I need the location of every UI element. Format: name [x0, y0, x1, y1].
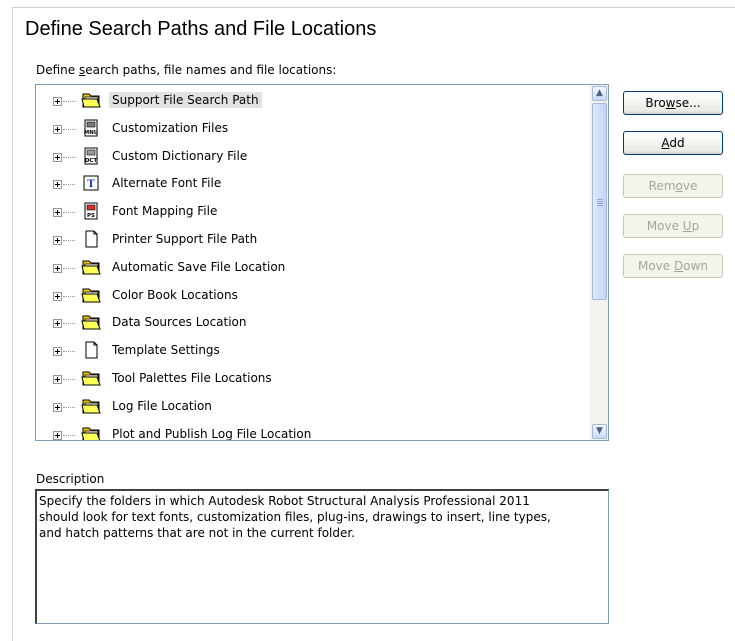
dct-file-icon: DCT: [81, 147, 101, 165]
expand-plus-icon[interactable]: [53, 236, 62, 245]
expand-plus-icon[interactable]: [53, 347, 62, 357]
expand-plus-icon[interactable]: [53, 263, 62, 273]
tree-item-label: Customization Files: [112, 120, 229, 135]
tree-connector: [63, 406, 75, 408]
grip-icon: [597, 199, 603, 207]
tree-connector: [63, 240, 75, 241]
tree-item-label: Font Mapping File: [112, 204, 218, 219]
tree-item-label: Log File Location: [112, 398, 212, 413]
description-line: and hatch patterns that are not in the c…: [39, 526, 356, 540]
file-locations-tree[interactable]: Support File Search Path MNU Customization…: [35, 84, 609, 441]
tree-connector: [63, 351, 75, 353]
tree-item[interactable]: DCT Custom Dictionary File: [36, 143, 590, 169]
tree-item-label: Template Settings: [112, 343, 220, 358]
folder-icon: [81, 91, 101, 109]
tree-item-label: Plot and Publish Log File Location: [112, 426, 312, 440]
expand-plus-icon[interactable]: [53, 152, 62, 162]
tree-item[interactable]: Tool Palettes File Locations: [36, 365, 590, 391]
tree-item-label: Color Book Locations: [112, 287, 238, 302]
svg-text:DCT: DCT: [85, 158, 98, 164]
tree-item[interactable]: MNU Customization Files: [36, 115, 590, 141]
tree-connector: [63, 184, 75, 186]
frame-left-border: [12, 7, 13, 641]
tree-item-label: Support File Search Path: [109, 92, 262, 108]
svg-text:PS: PS: [87, 213, 95, 219]
folder-icon: [81, 397, 101, 415]
frame-top-border: [12, 7, 735, 8]
description-box: Specify the folders in which Autodesk Ro…: [35, 489, 609, 624]
expand-plus-icon[interactable]: [53, 402, 62, 412]
tree-item[interactable]: Template Settings: [36, 337, 590, 363]
browse-button[interactable]: Browse...: [623, 91, 723, 115]
tree-item[interactable]: Log File Location: [36, 393, 590, 419]
scroll-thumb[interactable]: [592, 103, 607, 300]
tree-item[interactable]: Printer Support File Path: [36, 226, 590, 252]
tree-caption: Define search paths, file names and file…: [36, 63, 337, 77]
document-icon: [81, 230, 101, 248]
tree-item-label: Data Sources Location: [112, 315, 247, 330]
tree-item[interactable]: Support File Search Path: [36, 87, 590, 113]
chevron-down-icon: ▼: [596, 426, 603, 436]
tree-item-label: Printer Support File Path: [112, 232, 258, 246]
tree-item[interactable]: T Alternate Font File: [36, 170, 590, 196]
tree-item-label: Tool Palettes File Locations: [112, 371, 272, 385]
folder-icon: [81, 425, 101, 440]
tree-item-label: Automatic Save File Location: [112, 259, 286, 274]
tree-connector: [63, 323, 75, 325]
tree-connector: [63, 379, 75, 380]
svg-text:MNU: MNU: [84, 130, 99, 136]
mnu-file-icon: MNU: [81, 119, 101, 137]
tree-connector: [63, 212, 75, 214]
svg-text:T: T: [87, 179, 95, 190]
remove-button[interactable]: Remove: [623, 174, 723, 198]
chevron-up-icon: ▲: [596, 88, 603, 98]
expand-plus-icon[interactable]: [53, 208, 62, 218]
tree-item-label: Alternate Font File: [112, 176, 222, 191]
folder-icon: [81, 313, 101, 331]
expand-plus-icon[interactable]: [53, 97, 62, 106]
vertical-scrollbar[interactable]: ▲ ▼: [590, 85, 608, 440]
font-file-icon: T: [81, 174, 101, 192]
tree-item[interactable]: Plot and Publish Log File Location: [36, 421, 590, 440]
tree-item[interactable]: Data Sources Location: [36, 309, 590, 335]
ps-file-icon: PS: [81, 202, 101, 220]
tree-connector: [63, 434, 75, 436]
tree-connector: [63, 101, 75, 102]
tree-list: Support File Search Path MNU Customization…: [36, 85, 590, 440]
expand-plus-icon[interactable]: [53, 319, 62, 329]
description-line: should look for text fonts, customizatio…: [39, 510, 551, 524]
move-down-button[interactable]: Move Down: [623, 254, 723, 278]
scroll-up-button[interactable]: ▲: [592, 86, 607, 101]
tree-item[interactable]: PS Font Mapping File: [36, 198, 590, 224]
folder-icon: [81, 369, 101, 387]
tree-connector: [63, 128, 75, 130]
add-button[interactable]: Add: [623, 131, 723, 155]
tree-connector: [63, 156, 75, 158]
expand-plus-icon[interactable]: [53, 180, 62, 190]
move-up-button[interactable]: Move Up: [623, 214, 723, 238]
folder-icon: [81, 258, 101, 276]
folder-icon: [81, 286, 101, 304]
expand-plus-icon[interactable]: [53, 375, 62, 384]
description-line: Specify the folders in which Autodesk Ro…: [39, 494, 530, 508]
expand-plus-icon[interactable]: [53, 430, 62, 440]
scroll-down-button[interactable]: ▼: [592, 424, 607, 439]
tree-connector: [63, 295, 75, 297]
tree-item[interactable]: Color Book Locations: [36, 282, 590, 308]
expand-plus-icon[interactable]: [53, 124, 62, 134]
page-title: Define Search Paths and File Locations: [25, 18, 377, 40]
expand-plus-icon[interactable]: [53, 291, 62, 301]
document-icon: [81, 341, 101, 359]
tree-connector: [63, 267, 75, 269]
description-label: Description: [36, 472, 105, 486]
tree-item[interactable]: Automatic Save File Location: [36, 254, 590, 280]
tree-item-label: Custom Dictionary File: [112, 148, 248, 163]
